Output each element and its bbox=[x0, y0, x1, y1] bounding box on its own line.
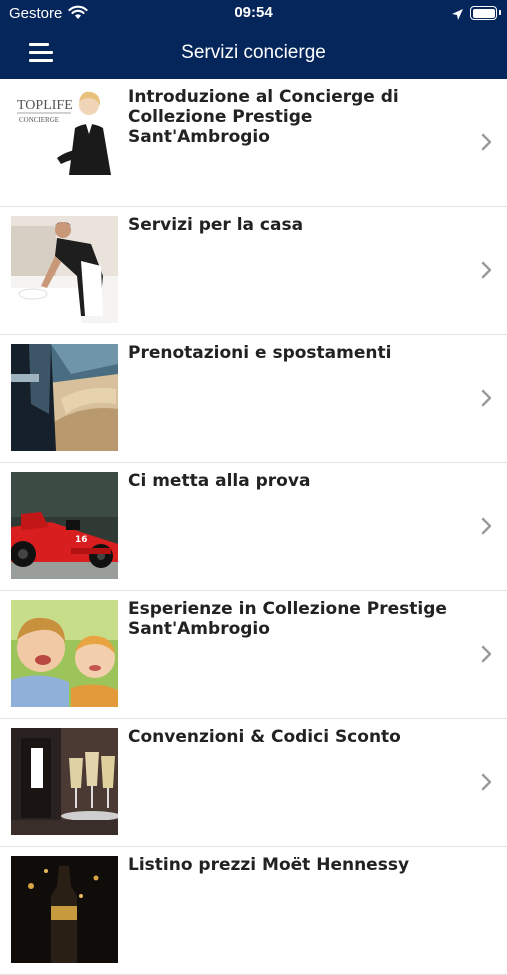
chevron-right-icon bbox=[481, 517, 492, 535]
logo-line1: TOPLIFE bbox=[17, 98, 73, 113]
housekeeping-thumbnail bbox=[11, 216, 118, 323]
champagne-glasses-thumbnail bbox=[11, 728, 118, 835]
children-thumbnail bbox=[11, 600, 118, 707]
f1-car-thumbnail: 16 bbox=[11, 472, 118, 579]
list-item-price-list[interactable]: Listino prezzi Moët Hennessy bbox=[0, 847, 507, 975]
chevron-right-icon bbox=[481, 645, 492, 663]
chevron-right-icon bbox=[481, 261, 492, 279]
list-item-label: Esperienze in Collezione Prestige Sant'A… bbox=[128, 599, 447, 639]
concierge-thumbnail: TOPLIFE CONCIERGE bbox=[11, 88, 118, 195]
location-arrow-icon bbox=[451, 6, 464, 25]
list-item-intro-concierge[interactable]: TOPLIFE CONCIERGE Introduzione al Concie… bbox=[0, 79, 507, 207]
chevron-right-icon bbox=[481, 133, 492, 151]
page-title: Servizi concierge bbox=[181, 42, 326, 63]
list-item-label: Ci metta alla prova bbox=[128, 471, 311, 491]
services-list: TOPLIFE CONCIERGE Introduzione al Concie… bbox=[0, 79, 507, 975]
list-item-discounts[interactable]: Convenzioni & Codici Sconto bbox=[0, 719, 507, 847]
chevron-right-icon bbox=[481, 773, 492, 791]
list-item-label: Convenzioni & Codici Sconto bbox=[128, 727, 401, 747]
list-item-bookings-transfers[interactable]: Prenotazioni e spostamenti bbox=[0, 335, 507, 463]
car-interior-thumbnail bbox=[11, 344, 118, 451]
logo-line2: CONCIERGE bbox=[19, 116, 59, 124]
svg-text:16: 16 bbox=[75, 535, 88, 545]
top-bar: Gestore 09:54 Servizi concierge bbox=[0, 0, 507, 79]
list-item-label: Prenotazioni e spostamenti bbox=[128, 343, 392, 363]
battery-tip bbox=[499, 10, 501, 15]
list-item-label: Listino prezzi Moët Hennessy bbox=[128, 855, 410, 875]
list-item-home-services[interactable]: Servizi per la casa bbox=[0, 207, 507, 335]
list-item-label: Introduzione al Concierge di Collezione … bbox=[128, 87, 399, 147]
clock: 09:54 bbox=[234, 4, 273, 21]
battery-icon bbox=[470, 6, 497, 20]
list-item-experiences[interactable]: Esperienze in Collezione Prestige Sant'A… bbox=[0, 591, 507, 719]
champagne-bottle-thumbnail bbox=[11, 856, 118, 963]
chevron-right-icon bbox=[481, 389, 492, 407]
status-bar: Gestore 09:54 bbox=[0, 0, 507, 28]
list-item-label: Servizi per la casa bbox=[128, 215, 304, 235]
list-item-put-us-to-test[interactable]: 16 Ci metta alla prova bbox=[0, 463, 507, 591]
